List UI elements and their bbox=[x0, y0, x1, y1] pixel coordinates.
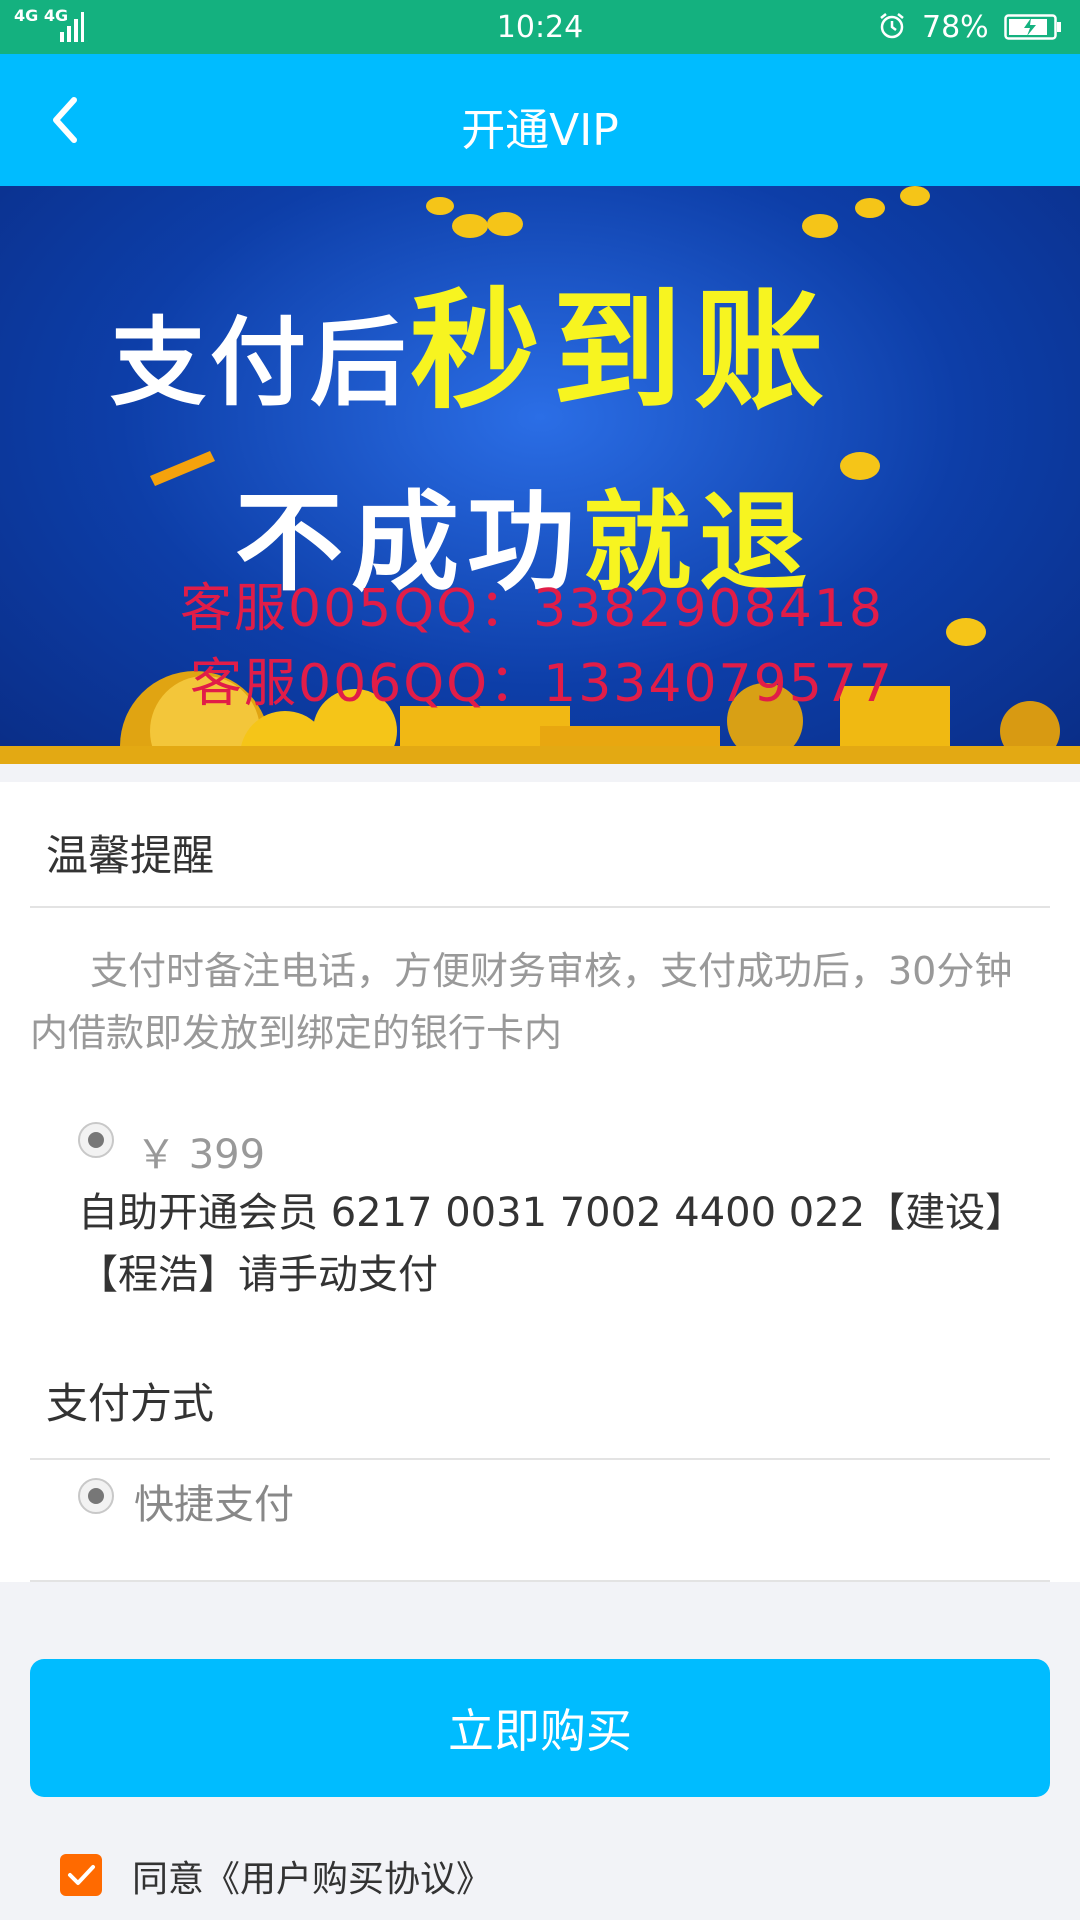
divider bbox=[30, 1458, 1050, 1460]
reminder-heading: 温馨提醒 bbox=[46, 831, 215, 880]
buy-now-button[interactable]: 立即购买 bbox=[30, 1659, 1050, 1797]
clock: 10:24 bbox=[496, 10, 584, 45]
battery-charging-icon bbox=[1004, 14, 1061, 40]
divider bbox=[30, 906, 1050, 908]
banner-headline-white: 支付后 bbox=[110, 307, 410, 419]
plan-description: 自助开通会员 6217 0031 7002 4400 022【建设】【程浩】请手… bbox=[78, 1190, 1006, 1298]
banner-headline-yellow: 秒到账 bbox=[410, 275, 837, 427]
reminder-text: 支付时备注电话，方便财务审核，支付成功后，30分钟内借款即发放到绑定的银行卡内 bbox=[30, 949, 1013, 1055]
payment-option-label[interactable]: 快捷支付 bbox=[134, 1472, 294, 1530]
checkmark-icon bbox=[68, 1865, 95, 1885]
alarm-icon bbox=[880, 13, 904, 39]
plan-price: ￥ 399 bbox=[136, 1132, 266, 1178]
payment-radio[interactable] bbox=[78, 1478, 114, 1514]
banner-contact-2: 客服006QQ：1334079577 bbox=[190, 654, 894, 714]
order-card: 温馨提醒 支付时备注电话，方便财务审核，支付成功后，30分钟内借款即发放到绑定的… bbox=[0, 782, 1080, 1582]
promo-banner: 支付后秒到账 不成功就退 客服005QQ：3382908418 客服006QQ：… bbox=[0, 186, 1080, 764]
status-bar: 4G 4G 10:24 78% bbox=[0, 0, 1080, 54]
agreement-checkbox[interactable] bbox=[60, 1854, 102, 1896]
nav-bar: 开通VIP bbox=[0, 54, 1080, 186]
page-title: 开通VIP bbox=[461, 105, 619, 156]
banner-contact-1: 客服005QQ：3382908418 bbox=[180, 579, 884, 639]
plan-radio[interactable] bbox=[78, 1122, 114, 1158]
divider bbox=[30, 1580, 1050, 1582]
agreement-link[interactable]: 同意《用户购买协议》 bbox=[132, 1850, 492, 1902]
payment-heading: 支付方式 bbox=[46, 1379, 215, 1428]
banner-headline: 支付后秒到账 bbox=[110, 246, 836, 434]
battery-percentage: 78% bbox=[922, 10, 989, 45]
